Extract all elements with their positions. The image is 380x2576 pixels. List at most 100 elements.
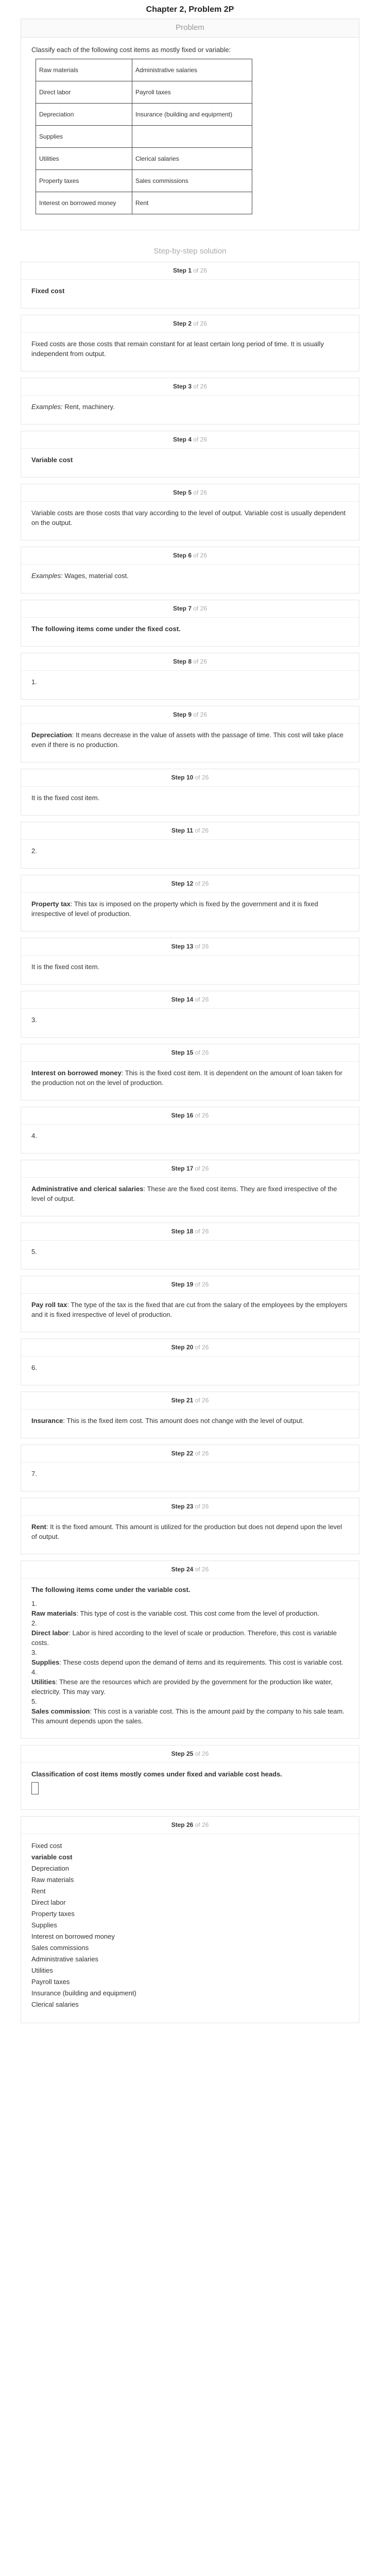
step-text: Raw materials: [31, 1874, 349, 1886]
step-label: Step: [171, 1821, 185, 1828]
step-number: 1: [188, 267, 192, 274]
step-card: Step 25 of 26 Classification of cost item…: [21, 1745, 359, 1810]
step-term: Utilities: [31, 1678, 56, 1686]
table-row: Supplies: [36, 125, 252, 148]
step-header: Step 18 of 26: [21, 1223, 359, 1241]
step-text-part: Utilities: [31, 1967, 53, 1974]
step-text: 3.: [31, 1015, 349, 1025]
step-header: Step 2 of 26: [21, 315, 359, 333]
step-total: of 26: [195, 827, 209, 834]
step-body: It is the fixed cost item.: [21, 787, 359, 815]
step-total: of 26: [193, 320, 208, 327]
step-text: Administrative and clerical salaries: Th…: [31, 1184, 349, 1204]
step-number: 18: [186, 1228, 194, 1235]
step-number: 16: [186, 1112, 194, 1119]
step-description: : These are the resources which are prov…: [31, 1678, 333, 1696]
document-title: Chapter 2, Problem 2P: [146, 5, 234, 14]
step-body: Depreciation: It means decrease in the v…: [21, 724, 359, 762]
table-cell: Administrative salaries: [132, 59, 252, 81]
step-description: Rent, machinery.: [62, 403, 115, 411]
step-text: Supplies: These costs depend upon the de…: [31, 1657, 349, 1667]
step-total: of 26: [193, 552, 208, 559]
step-term: Variable cost: [31, 456, 73, 464]
step-total: of 26: [195, 1450, 209, 1457]
step-total: of 26: [195, 1566, 209, 1573]
step-text: Interest on borrowed money: [31, 1931, 349, 1942]
step-text: It is the fixed cost item.: [31, 962, 349, 972]
step-card: Step 13 of 26 It is the fixed cost item.: [21, 938, 359, 985]
step-header: Step 8 of 26: [21, 653, 359, 671]
step-text: Rent: [31, 1886, 349, 1897]
step-number: 7: [188, 605, 192, 612]
step-label: Step: [171, 1165, 185, 1172]
step-description: : This type of cost is the variable cost…: [76, 1609, 319, 1617]
step-number: 5: [188, 489, 192, 496]
step-term: Sales commission: [31, 1707, 90, 1715]
step-label: Step: [171, 1344, 185, 1351]
step-total: of 26: [195, 880, 209, 887]
problem-header: Problem: [21, 19, 359, 38]
step-card: Step 11 of 26 2.: [21, 822, 359, 869]
step-card: Step 2 of 26 Fixed costs are those costs …: [21, 315, 359, 371]
step-card: Step 23 of 26 Rent: It is the fixed amoun…: [21, 1498, 359, 1554]
step-label: Step: [171, 1228, 185, 1235]
step-total: of 26: [195, 1281, 209, 1288]
step-term: Rent: [31, 1523, 46, 1531]
step-text: Depreciation: [31, 1863, 349, 1874]
step-header: Step 24 of 26: [21, 1561, 359, 1579]
step-text-part: 2.: [31, 1619, 37, 1627]
step-text: 3.: [31, 1648, 349, 1657]
step-text: 1.: [31, 677, 349, 687]
step-body: Property tax: This tax is imposed on the…: [21, 893, 359, 931]
step-card: Step 26 of 26 Fixed cost variable cost Depr…: [21, 1816, 359, 2023]
step-term: Classification of cost items mostly come…: [31, 1770, 282, 1778]
step-number: 17: [186, 1165, 194, 1172]
step-card: Step 8 of 26 1.: [21, 653, 359, 700]
step-text-part: It is the fixed cost item.: [31, 794, 100, 802]
step-header: Step 15 of 26: [21, 1044, 359, 1062]
step-label: Step: [172, 320, 186, 327]
problem-text: Classify each of the following cost item…: [31, 46, 231, 54]
step-label: Step: [171, 1397, 185, 1404]
step-label: Step: [171, 1281, 185, 1288]
table-cell: Rent: [132, 192, 252, 214]
step-description: : This is the fixed item cost. This amou…: [63, 1417, 304, 1425]
step-body: Administrative and clerical salaries: Th…: [21, 1178, 359, 1216]
step-label: Step: [171, 1450, 185, 1457]
step-body: Fixed cost: [21, 280, 359, 308]
step-header: Step 21 of 26: [21, 1392, 359, 1410]
step-text-part: Administrative salaries: [31, 1955, 99, 1963]
step-label: Step: [172, 605, 186, 612]
step-total: of 26: [193, 711, 208, 718]
step-text: Examples: Rent, machinery.: [31, 402, 349, 412]
step-card: Step 22 of 26 7.: [21, 1445, 359, 1492]
step-number: 2: [188, 320, 192, 327]
cost-items-table: Raw materials Administrative salaries Dire…: [36, 59, 252, 214]
step-term: Administrative and clerical salaries: [31, 1185, 144, 1193]
step-text: Property taxes: [31, 1908, 349, 1920]
table-cell: Property taxes: [36, 170, 132, 192]
step-text-part: Rent: [31, 1887, 46, 1895]
step-text-part: Payroll taxes: [31, 1978, 70, 1986]
steps-list: Step 1 of 26 Fixed cost Step 2 of 26 Fixed …: [21, 262, 359, 2023]
step-text-part: Examples:: [31, 572, 63, 580]
step-card: Step 18 of 26 5.: [21, 1223, 359, 1269]
step-total: of 26: [193, 267, 208, 274]
step-text: Interest on borrowed money: This is the …: [31, 1068, 349, 1088]
step-body: Rent: It is the fixed amount. This amoun…: [21, 1516, 359, 1554]
step-header: Step 3 of 26: [21, 378, 359, 396]
step-card: Step 21 of 26 Insurance: This is the fixe…: [21, 1392, 359, 1438]
step-text: variable cost: [31, 1852, 349, 1863]
step-label: Step: [172, 711, 186, 718]
step-label: Step: [171, 1750, 185, 1757]
step-header: Step 4 of 26: [21, 431, 359, 449]
step-body: The following items come under the fixed…: [21, 618, 359, 646]
step-body: Pay roll tax: The type of the tax is the…: [21, 1294, 359, 1332]
step-label: Step: [171, 827, 185, 834]
step-total: of 26: [195, 996, 209, 1003]
step-text: Depreciation: It means decrease in the v…: [31, 730, 349, 750]
step-text-part: Depreciation: [31, 1865, 69, 1872]
step-card: Step 17 of 26 Administrative and clerical…: [21, 1160, 359, 1216]
step-text-part: Fixed cost: [31, 1842, 62, 1850]
step-label: Step: [172, 658, 186, 665]
